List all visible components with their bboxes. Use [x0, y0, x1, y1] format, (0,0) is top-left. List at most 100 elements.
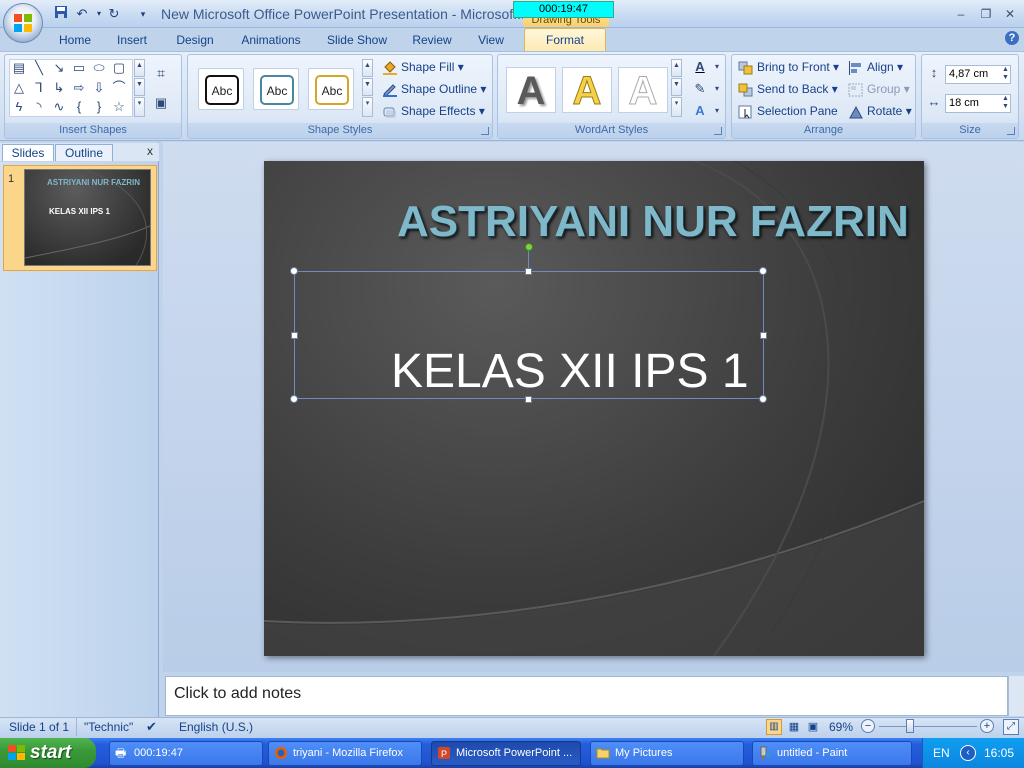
- style-gallery-down-icon[interactable]: ▼: [362, 78, 373, 96]
- elbow-connector-shape-icon[interactable]: ⅂: [31, 80, 47, 96]
- pane-close-icon[interactable]: x: [144, 144, 156, 158]
- shape-style-option[interactable]: Abc: [198, 68, 244, 110]
- start-button[interactable]: start: [0, 738, 96, 768]
- close-icon[interactable]: ✕: [1001, 6, 1019, 22]
- tab-animations[interactable]: Animations: [236, 31, 306, 50]
- gallery-down-icon[interactable]: ▼: [134, 78, 145, 96]
- dialog-launcher-icon[interactable]: [1007, 127, 1015, 135]
- spell-check-icon[interactable]: ✔: [146, 719, 157, 735]
- resize-handle-ne[interactable]: [759, 267, 767, 275]
- text-effects-dropdown-icon[interactable]: ▾: [709, 103, 725, 119]
- shape-outline-button[interactable]: Shape Outline ▾: [382, 80, 486, 98]
- taskbar-item-my-pictures[interactable]: My Pictures: [590, 741, 744, 766]
- rounded-rectangle-shape-icon[interactable]: ▢: [111, 60, 127, 76]
- wordart-gallery-more-icon[interactable]: ▾: [671, 97, 682, 117]
- zoom-slider-track[interactable]: [879, 726, 977, 727]
- triangle-shape-icon[interactable]: △: [11, 80, 27, 96]
- save-icon[interactable]: [52, 5, 70, 23]
- taskbar-item-timer[interactable]: 🖶 000:19:47: [109, 741, 263, 766]
- slide-thumbnail[interactable]: ASTRIYANI NUR FAZRIN KELAS XII IPS 1: [24, 169, 151, 266]
- notes-placeholder[interactable]: Click to add notes: [174, 685, 301, 703]
- wordart-style-option[interactable]: A: [506, 67, 556, 113]
- lightning-shape-icon[interactable]: ϟ: [11, 99, 27, 115]
- text-box-shape-icon[interactable]: ▤: [11, 60, 27, 76]
- down-arrow-shape-icon[interactable]: ⇩: [91, 80, 107, 96]
- customize-quick-access-icon[interactable]: ▾: [134, 5, 152, 23]
- slide-canvas[interactable]: ASTRIYANI NUR FAZRIN: [264, 161, 924, 656]
- oval-shape-icon[interactable]: ⬭: [91, 60, 107, 76]
- minimize-icon[interactable]: ‒: [952, 6, 970, 22]
- zoom-out-icon[interactable]: −: [861, 719, 875, 733]
- zoom-level[interactable]: 69%: [829, 720, 853, 734]
- right-brace-shape-icon[interactable]: }: [91, 99, 107, 115]
- elbow-arrow-shape-icon[interactable]: ↳: [51, 80, 67, 96]
- wordart-gallery-up-icon[interactable]: ▲: [671, 59, 682, 77]
- freeform-shape-icon[interactable]: ⌒: [111, 80, 127, 96]
- help-icon[interactable]: ?: [1005, 31, 1019, 45]
- slide-sorter-icon[interactable]: ▦: [786, 719, 802, 735]
- fit-to-window-icon[interactable]: ⤢: [1003, 719, 1019, 735]
- tab-insert[interactable]: Insert: [112, 31, 152, 50]
- gallery-more-icon[interactable]: ▾: [134, 97, 145, 117]
- rotation-handle[interactable]: [525, 243, 533, 251]
- edit-shape-icon[interactable]: ⌗: [153, 65, 169, 81]
- tab-home[interactable]: Home: [55, 31, 95, 50]
- text-fill-dropdown-icon[interactable]: ▾: [709, 59, 725, 75]
- slide-show-icon[interactable]: ▣: [805, 719, 821, 735]
- text-fill-icon[interactable]: A: [692, 59, 708, 75]
- tab-review[interactable]: Review: [408, 31, 456, 50]
- style-gallery-up-icon[interactable]: ▲: [362, 59, 373, 77]
- right-arrow-shape-icon[interactable]: ⇨: [71, 80, 87, 96]
- redo-icon[interactable]: ↻: [105, 5, 123, 23]
- resize-handle-nw[interactable]: [290, 267, 298, 275]
- text-outline-icon[interactable]: ✎: [692, 81, 708, 97]
- resize-handle-n[interactable]: [525, 268, 532, 275]
- height-spinner-icon[interactable]: ▲ ▼: [1002, 66, 1009, 82]
- rotate-button[interactable]: Rotate ▾: [848, 102, 912, 120]
- shape-fill-button[interactable]: Shape Fill ▾: [382, 58, 464, 76]
- tab-outline[interactable]: Outline: [55, 144, 113, 161]
- zoom-slider-thumb[interactable]: [906, 719, 914, 733]
- slide-subtitle[interactable]: KELAS XII IPS 1: [391, 344, 749, 399]
- shape-effects-button[interactable]: Shape Effects ▾: [382, 102, 485, 120]
- resize-handle-w[interactable]: [291, 332, 298, 339]
- show-hidden-icons-icon[interactable]: ‹: [960, 745, 976, 761]
- tab-format[interactable]: Format: [524, 28, 606, 52]
- taskbar-item-powerpoint[interactable]: P Microsoft PowerPoint ...: [431, 741, 581, 766]
- resize-handle-se[interactable]: [759, 395, 767, 403]
- resize-handle-e[interactable]: [760, 332, 767, 339]
- wordart-style-option[interactable]: A: [618, 67, 668, 114]
- gallery-up-icon[interactable]: ▲: [134, 59, 145, 77]
- zoom-in-icon[interactable]: +: [980, 719, 994, 733]
- star-shape-icon[interactable]: ☆: [111, 99, 127, 115]
- text-box-icon[interactable]: ▣: [153, 95, 169, 111]
- curve-shape-icon[interactable]: ∿: [51, 99, 67, 115]
- group-button[interactable]: Group ▾: [848, 80, 910, 98]
- tab-view[interactable]: View: [472, 31, 510, 50]
- taskbar-item-firefox[interactable]: triyani - Mozilla Firefox: [268, 741, 422, 766]
- line-shape-icon[interactable]: ╲: [31, 60, 47, 76]
- notes-scrollbar[interactable]: [1008, 676, 1024, 716]
- language-indicator[interactable]: English (U.S.): [179, 720, 253, 734]
- tab-slides[interactable]: Slides: [2, 144, 54, 161]
- resize-handle-sw[interactable]: [290, 395, 298, 403]
- arrow-line-shape-icon[interactable]: ↘: [51, 60, 67, 76]
- taskbar-item-paint[interactable]: untitled - Paint: [752, 741, 912, 766]
- width-spinner-icon[interactable]: ▲ ▼: [1002, 95, 1009, 111]
- dialog-launcher-icon[interactable]: [481, 127, 489, 135]
- system-clock[interactable]: 16:05: [984, 746, 1014, 760]
- wordart-gallery-down-icon[interactable]: ▼: [671, 78, 682, 96]
- office-button[interactable]: [3, 3, 43, 43]
- slide-title[interactable]: ASTRIYANI NUR FAZRIN: [397, 197, 917, 247]
- language-bar[interactable]: EN: [933, 746, 950, 760]
- wordart-style-option[interactable]: A: [562, 67, 612, 114]
- tab-slide-show[interactable]: Slide Show: [322, 31, 392, 50]
- normal-view-icon[interactable]: ▥: [766, 719, 782, 735]
- text-outline-dropdown-icon[interactable]: ▾: [709, 81, 725, 97]
- bring-to-front-button[interactable]: Bring to Front ▾: [738, 58, 839, 76]
- restore-icon[interactable]: ❐: [977, 6, 995, 22]
- send-to-back-button[interactable]: Send to Back ▾: [738, 80, 838, 98]
- arc-shape-icon[interactable]: ◝: [31, 99, 47, 115]
- align-button[interactable]: Align ▾: [848, 58, 903, 76]
- selection-pane-button[interactable]: Selection Pane: [738, 102, 838, 120]
